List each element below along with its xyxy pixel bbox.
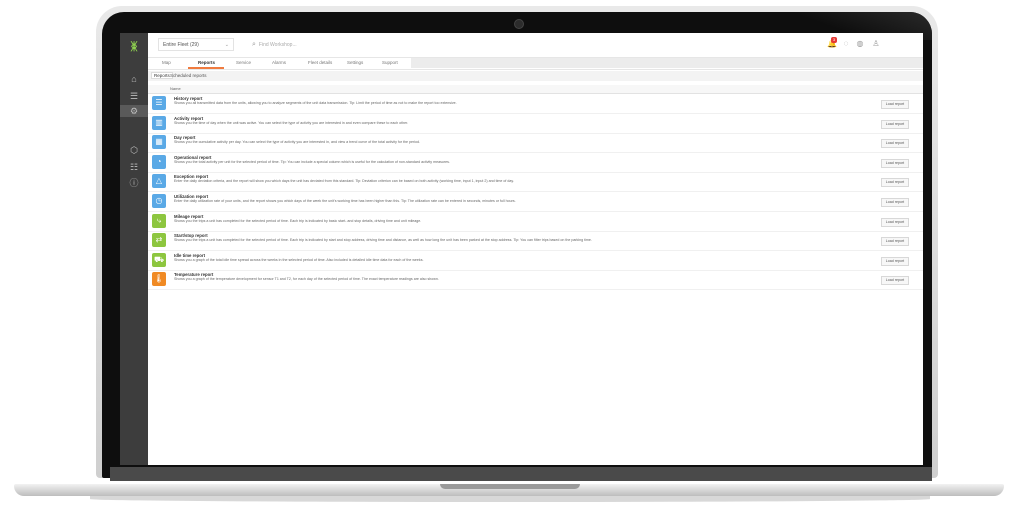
logo-icon[interactable]: ᛤ	[127, 41, 141, 53]
fleet-select[interactable]: Entire Fleet (29) ⌄	[158, 38, 234, 51]
load-report-button[interactable]: Load report	[881, 237, 909, 247]
report-description: Shows you the time of day when the unit …	[174, 120, 409, 125]
sub-tabs: Reports Scheduled reports	[148, 71, 923, 81]
active-tab-indicator	[188, 67, 224, 69]
load-report-button[interactable]: Load report	[881, 198, 909, 207]
app-screen: ᛤ ⌂ ☰ ⚙ ⬡ ☷ ⓘ Entire Fleet (29) ⌄ ⌕ Find …	[120, 33, 923, 465]
chat-icon[interactable]: ◌	[841, 39, 851, 49]
gauge-icon: ◷	[152, 194, 166, 208]
laptop-chin	[110, 467, 932, 481]
report-row[interactable]: 🌡 Temperature report Shows you a graph of …	[148, 270, 923, 291]
pie-chart-icon: ◔	[152, 154, 166, 169]
warning-icon: △	[152, 174, 166, 189]
truck-icon: ⛟	[152, 252, 166, 267]
load-report-button[interactable]: Load report	[881, 100, 909, 109]
tab-map[interactable]: Map	[162, 60, 171, 65]
report-row[interactable]: △ Exception report Enter the daily deviati…	[148, 172, 923, 193]
report-description: Shows you the trips a unit has completed…	[174, 238, 592, 243]
route-icon: ⤷	[152, 213, 166, 228]
tab-fleet-details[interactable]: Fleet details	[308, 60, 332, 65]
report-row[interactable]: ▦ Day report Shows you the cumulative acti…	[148, 133, 923, 154]
tab-support[interactable]: Support	[382, 60, 398, 65]
report-description: Shows you the trips a unit has completed…	[174, 218, 422, 223]
load-report-button[interactable]: Load report	[881, 276, 909, 286]
report-description: Enter the daily deviation criteria, and …	[174, 179, 514, 184]
notifications-icon[interactable]: 🔔 3	[827, 37, 837, 49]
main-area: Entire Fleet (29) ⌄ ⌕ Find Workshop... 🔔 3…	[148, 33, 923, 465]
report-description: Enter the daily utilization rate of your…	[174, 199, 516, 203]
notification-badge: 3	[831, 37, 837, 43]
user-icon[interactable]: ♙	[871, 39, 881, 49]
thermometer-icon: 🌡	[152, 272, 166, 287]
column-name: Name	[170, 86, 181, 91]
box-icon[interactable]: ⬡	[127, 144, 141, 156]
report-description: Shows you all transmitted data from the …	[174, 101, 457, 105]
webcam	[514, 19, 524, 29]
search-icon: ⌕	[252, 41, 256, 48]
chevron-down-icon: ⌄	[224, 42, 229, 48]
table-header: Name	[148, 85, 923, 94]
nav-filler	[411, 58, 923, 68]
history-icon: ☰	[152, 96, 166, 110]
load-report-button[interactable]: Load report	[881, 217, 909, 227]
load-report-button[interactable]: Load report	[881, 178, 909, 188]
report-description: Shows you the total activity per unit fo…	[174, 159, 450, 164]
tab-service[interactable]: Service	[236, 60, 251, 65]
list-icon[interactable]: ☰	[127, 90, 141, 102]
load-report-button[interactable]: Load report	[881, 158, 909, 168]
load-report-button[interactable]: Load report	[881, 139, 909, 149]
load-report-button[interactable]: Load report	[881, 256, 909, 266]
calendar-icon: ▦	[152, 135, 166, 150]
search-input[interactable]: ⌕ Find Workshop...	[252, 39, 362, 51]
report-row[interactable]: ☰ History report Shows you all transmitted…	[148, 94, 923, 114]
tab-reports[interactable]: Reports	[198, 60, 215, 65]
activity-icon: ▥	[152, 115, 166, 130]
tab-alarms[interactable]: Alarms	[272, 60, 286, 65]
info-icon[interactable]: ⓘ	[127, 177, 141, 189]
report-row[interactable]: ⛟ Idle time report Shows you a graph of th…	[148, 251, 923, 271]
user-list-icon[interactable]: ☷	[127, 161, 141, 173]
report-row[interactable]: ⇄ Start/stop report Shows you the trips a …	[148, 231, 923, 252]
search-placeholder: Find Workshop...	[258, 42, 297, 48]
home-icon[interactable]: ⌂	[127, 73, 141, 85]
help-icon[interactable]: ◍	[855, 39, 865, 49]
report-description: Shows you the cumulative activity per da…	[174, 140, 421, 145]
subtab-scheduled-reports[interactable]: Scheduled reports	[170, 73, 207, 78]
report-row[interactable]: ⤷ Mileage report Shows you the trips a uni…	[148, 212, 923, 232]
top-bar: Entire Fleet (29) ⌄ ⌕ Find Workshop... 🔔 3…	[148, 33, 923, 58]
report-description: Shows you a graph of the total idle time…	[174, 257, 424, 262]
fleet-select-value: Entire Fleet (29)	[163, 42, 199, 48]
report-row[interactable]: ▥ Activity report Shows you the time of da…	[148, 114, 923, 134]
load-report-button[interactable]: Load report	[881, 119, 909, 129]
reports-nav-icon[interactable]: ⚙	[120, 105, 148, 117]
report-row[interactable]: ◔ Operational report Shows you the total a…	[148, 153, 923, 173]
start-stop-icon: ⇄	[152, 233, 166, 248]
laptop-shadow	[90, 496, 930, 502]
tab-settings[interactable]: Settings	[347, 60, 363, 65]
report-row[interactable]: ◷ Utilization report Enter the daily utili…	[148, 192, 923, 212]
report-description: Shows you a graph of the temperature dev…	[174, 277, 439, 282]
laptop-notch	[440, 484, 580, 489]
sidebar: ᛤ ⌂ ☰ ⚙ ⬡ ☷ ⓘ	[120, 33, 148, 465]
nav-tabs: Map Reports Service Alarms Fleet details…	[148, 58, 923, 70]
